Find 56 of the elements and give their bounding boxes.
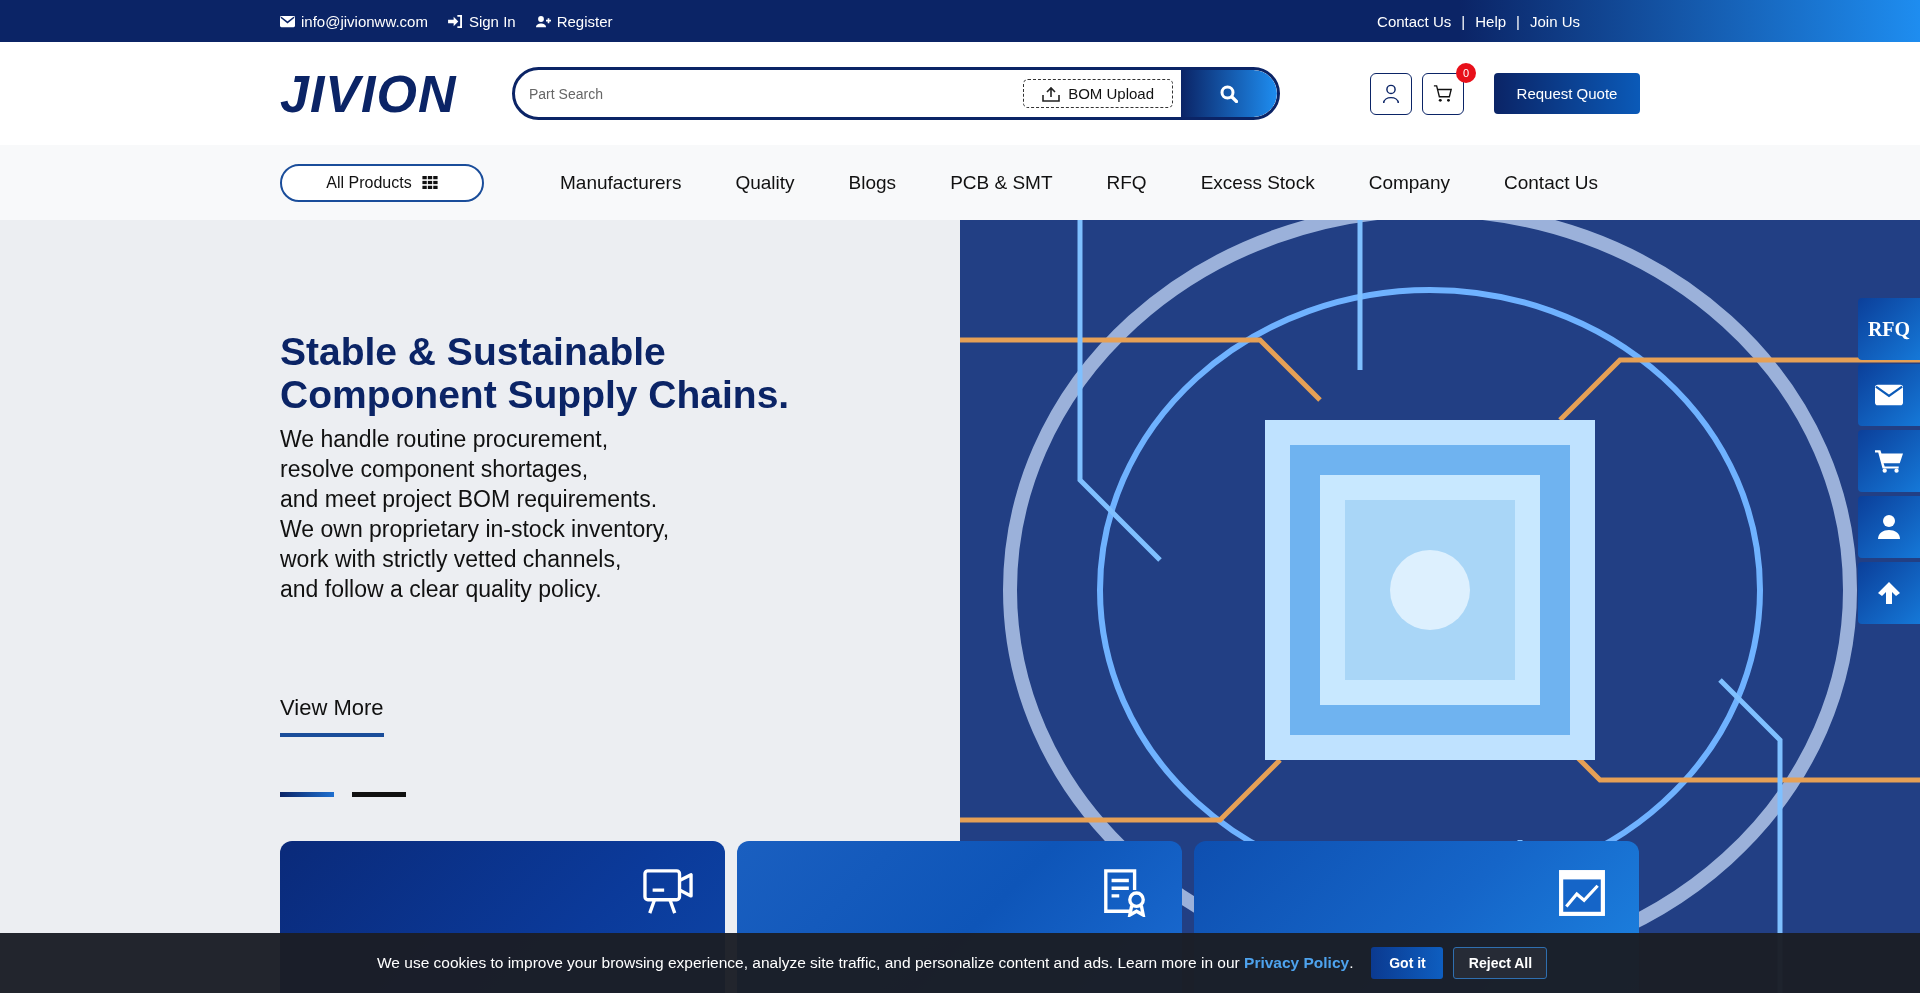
view-more-link[interactable]: View More <box>280 695 384 737</box>
privacy-policy-link[interactable]: Privacy Policy <box>1244 954 1350 971</box>
account-button[interactable] <box>1370 72 1412 115</box>
back-to-top-button[interactable] <box>1858 562 1920 624</box>
hero-text-line: resolve component shortages, <box>280 455 590 484</box>
hero-title: Stable & Sustainable Component Supply Chains. <box>280 330 791 416</box>
all-products-button[interactable]: All Products <box>280 163 484 202</box>
search-button[interactable] <box>1181 70 1277 117</box>
separator: | <box>1516 12 1520 30</box>
hero-text-line: and follow a clear quality policy. <box>280 575 603 604</box>
bom-upload-button[interactable]: BOM Upload <box>1023 79 1173 108</box>
nav-link[interactable]: PCB & SMT <box>950 171 1053 194</box>
top-link[interactable]: Join Us <box>1529 12 1580 30</box>
grid-icon <box>421 176 438 189</box>
chart-icon <box>1557 869 1607 917</box>
cart-icon <box>1875 449 1903 473</box>
nav-link[interactable]: Excess Stock <box>1200 171 1315 194</box>
nav-link[interactable]: Blogs <box>848 171 897 194</box>
user-icon <box>1875 515 1903 539</box>
reject-cookies-button[interactable]: Reject All <box>1453 947 1548 979</box>
sign-in-link[interactable]: Sign In <box>447 12 516 30</box>
search-icon <box>1220 84 1238 103</box>
nav-link[interactable]: Manufacturers <box>560 171 682 194</box>
top-link[interactable]: Help <box>1475 12 1507 30</box>
hero-text-line: We own proprietary in-stock inventory, <box>280 515 671 544</box>
camera-icon <box>643 869 693 917</box>
rfq-button[interactable]: RFQ <box>1858 298 1920 360</box>
cart-count-badge: 0 <box>1456 62 1476 83</box>
user-icon <box>1381 83 1401 104</box>
nav-link[interactable]: Quality <box>735 171 795 194</box>
search-field[interactable]: Part Search <box>515 84 1024 103</box>
accept-cookies-button[interactable]: Got it <box>1371 947 1444 979</box>
hero-text-line: and meet project BOM requirements. <box>280 485 659 514</box>
cart-icon <box>1433 83 1453 104</box>
nav-link[interactable]: Company <box>1368 171 1450 194</box>
add-user-icon <box>535 14 551 28</box>
separator: | <box>1461 12 1466 30</box>
cookie-text: We use cookies to improve your browsing experience, analyze site traffic, and personalize content and ads. Learn more in our Privacy Policy. <box>377 954 1354 972</box>
top-link[interactable]: Contact Us <box>1377 12 1452 30</box>
cart-button[interactable] <box>1858 430 1920 492</box>
sign-in-icon <box>447 14 463 28</box>
nav-link[interactable]: RFQ <box>1106 171 1147 194</box>
hero-text-line: We handle routine procurement, <box>280 425 610 454</box>
upload-icon <box>1042 85 1061 102</box>
user-button[interactable] <box>1858 496 1920 558</box>
logo[interactable]: JIVION <box>280 63 512 124</box>
slide-indicator[interactable] <box>280 792 334 797</box>
cart-button[interactable] <box>1422 72 1464 115</box>
nav-link[interactable]: Contact Us <box>1504 171 1598 194</box>
hero-text-line: work with strictly vetted channels, <box>280 545 623 574</box>
request-quote-button[interactable]: Request Quote <box>1494 73 1640 114</box>
register-link[interactable]: Register <box>535 12 613 30</box>
envelope-icon <box>1875 383 1903 407</box>
email-link[interactable]: info@jivionww.com <box>280 12 428 30</box>
mail-button[interactable] <box>1858 364 1920 426</box>
envelope-icon <box>280 14 295 28</box>
